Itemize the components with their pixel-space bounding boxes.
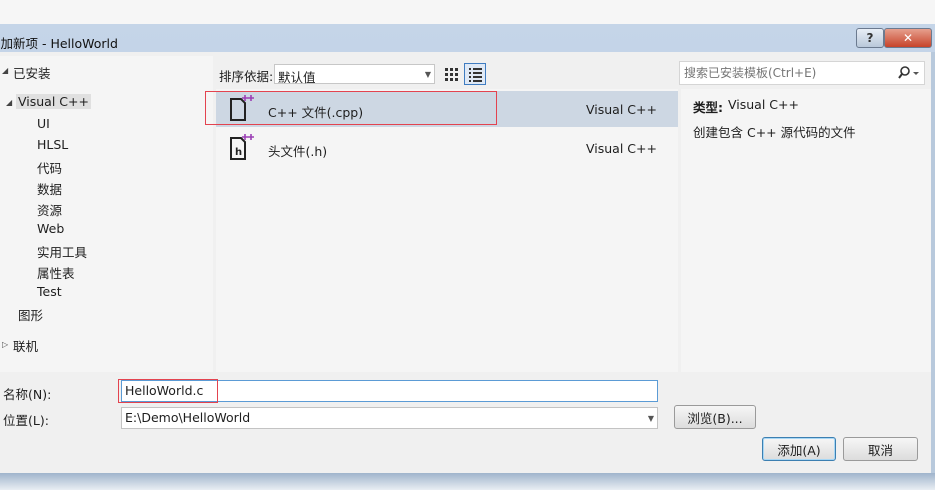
list-icon <box>469 68 482 82</box>
expand-triangle-icon[interactable]: ◢ <box>6 98 12 107</box>
grid-icon <box>445 68 458 81</box>
chevron-down-icon: ▼ <box>424 70 431 79</box>
template-tree: ◢ 已安装 ◢ Visual C++ UI HLSL 代码 数据 资源 Web … <box>0 56 213 372</box>
tree-item-property-sheet[interactable]: 属性表 <box>37 263 75 282</box>
browse-button[interactable]: 浏览(B)... <box>674 405 756 429</box>
search-icon[interactable] <box>898 65 920 81</box>
tree-item-graphics[interactable]: 图形 <box>18 305 43 324</box>
location-dropdown[interactable]: E:\Demo\HelloWorld ▼ <box>121 407 658 429</box>
window-title: 添加新项 - HelloWorld <box>0 36 118 51</box>
sort-dropdown[interactable]: 默认值 ▼ <box>274 64 435 85</box>
collapse-triangle-icon[interactable]: ▷ <box>2 340 8 349</box>
desktop-strip <box>0 0 935 24</box>
small-icons-view-button[interactable] <box>440 63 462 85</box>
window-shadow <box>0 473 935 490</box>
title-bar <box>0 26 935 52</box>
tree-item-resource[interactable]: 资源 <box>37 200 62 219</box>
location-label: 位置(L): <box>3 413 49 428</box>
close-button[interactable]: ✕ <box>884 28 932 48</box>
highlight-box <box>118 379 218 403</box>
template-type: Visual C++ <box>586 141 657 156</box>
chevron-down-icon: ▼ <box>647 414 654 423</box>
tree-item-online[interactable]: 联机 <box>13 336 38 355</box>
help-button[interactable]: ? <box>856 28 884 48</box>
template-name: 头文件(.h) <box>268 144 328 159</box>
cancel-button[interactable]: 取消 <box>843 437 918 461</box>
header-file-icon: h <box>230 134 254 160</box>
template-list <box>216 89 678 372</box>
template-name: C++ 文件(.cpp) <box>268 105 364 120</box>
tree-item-ui[interactable]: UI <box>37 116 50 131</box>
template-description: 创建包含 C++ 源代码的文件 <box>693 125 856 140</box>
type-label: 类型: <box>693 100 723 115</box>
tree-item-code[interactable]: 代码 <box>37 158 62 177</box>
tree-item-test[interactable]: Test <box>37 284 62 299</box>
svg-text:h: h <box>235 147 242 158</box>
template-type: Visual C++ <box>586 102 657 117</box>
tree-item-installed[interactable]: 已安装 <box>13 63 51 82</box>
search-input[interactable] <box>682 63 896 83</box>
expand-triangle-icon[interactable]: ◢ <box>2 66 8 75</box>
tree-item-hlsl[interactable]: HLSL <box>37 137 68 152</box>
name-label: 名称(N): <box>3 387 52 402</box>
sort-value: 默认值 <box>278 70 316 85</box>
window-edge <box>931 52 935 473</box>
tree-item-utility[interactable]: 实用工具 <box>37 242 87 261</box>
search-box[interactable] <box>679 61 925 85</box>
tree-item-data[interactable]: 数据 <box>37 179 62 198</box>
tree-item-web[interactable]: Web <box>37 221 64 236</box>
sort-label: 排序依据: <box>219 69 274 84</box>
list-view-button[interactable] <box>464 63 486 85</box>
tree-item-visual-cpp[interactable]: Visual C++ <box>16 94 91 109</box>
type-value: Visual C++ <box>728 97 799 112</box>
cpp-file-icon <box>230 95 254 121</box>
location-value: E:\Demo\HelloWorld <box>125 410 251 425</box>
add-button[interactable]: 添加(A) <box>762 437 836 461</box>
